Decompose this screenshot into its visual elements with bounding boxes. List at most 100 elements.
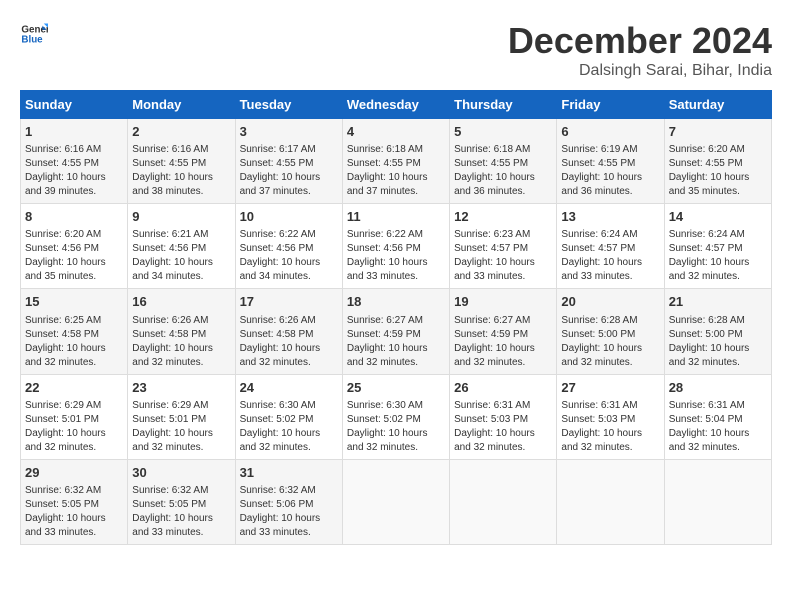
day-info: Sunrise: 6:32 AM Sunset: 5:05 PM Dayligh… <box>25 484 123 540</box>
day-number: 17 <box>240 293 338 311</box>
day-info: Sunrise: 6:23 AM Sunset: 4:57 PM Dayligh… <box>454 228 552 284</box>
day-info: Sunrise: 6:20 AM Sunset: 4:56 PM Dayligh… <box>25 228 123 284</box>
day-info: Sunrise: 6:32 AM Sunset: 5:05 PM Dayligh… <box>132 484 230 540</box>
day-info: Sunrise: 6:20 AM Sunset: 4:55 PM Dayligh… <box>669 143 767 199</box>
col-sunday: Sunday <box>21 91 128 119</box>
day-info: Sunrise: 6:16 AM Sunset: 4:55 PM Dayligh… <box>25 143 123 199</box>
page-subtitle: Dalsingh Sarai, Bihar, India <box>508 62 772 80</box>
col-monday: Monday <box>128 91 235 119</box>
day-info: Sunrise: 6:22 AM Sunset: 4:56 PM Dayligh… <box>240 228 338 284</box>
day-number: 27 <box>561 379 659 397</box>
page-header: General Blue December 2024 Dalsingh Sara… <box>20 20 772 80</box>
day-number: 18 <box>347 293 445 311</box>
calendar-cell: 25 Sunrise: 6:30 AM Sunset: 5:02 PM Dayli… <box>342 374 449 459</box>
day-number: 10 <box>240 208 338 226</box>
day-number: 23 <box>132 379 230 397</box>
day-info: Sunrise: 6:30 AM Sunset: 5:02 PM Dayligh… <box>240 399 338 455</box>
day-number: 3 <box>240 123 338 141</box>
day-number: 22 <box>25 379 123 397</box>
calendar-cell: 5 Sunrise: 6:18 AM Sunset: 4:55 PM Daylig… <box>450 119 557 204</box>
day-number: 5 <box>454 123 552 141</box>
day-info: Sunrise: 6:16 AM Sunset: 4:55 PM Dayligh… <box>132 143 230 199</box>
day-number: 6 <box>561 123 659 141</box>
day-number: 9 <box>132 208 230 226</box>
day-number: 16 <box>132 293 230 311</box>
svg-text:Blue: Blue <box>21 34 43 45</box>
day-info: Sunrise: 6:26 AM Sunset: 4:58 PM Dayligh… <box>240 314 338 370</box>
day-number: 26 <box>454 379 552 397</box>
calendar-cell: 10 Sunrise: 6:22 AM Sunset: 4:56 PM Dayli… <box>235 204 342 289</box>
calendar-cell: 19Sunrise: 6:27 AM Sunset: 4:59 PM Dayli… <box>450 289 557 374</box>
calendar-week-row: 1 Sunrise: 6:16 AM Sunset: 4:55 PM Daylig… <box>21 119 772 204</box>
logo: General Blue <box>20 20 48 48</box>
day-info: Sunrise: 6:28 AM Sunset: 5:00 PM Dayligh… <box>561 314 659 370</box>
day-info: Sunrise: 6:24 AM Sunset: 4:57 PM Dayligh… <box>561 228 659 284</box>
calendar-week-row: 29 Sunrise: 6:32 AM Sunset: 5:05 PM Dayli… <box>21 459 772 544</box>
calendar-cell: 13 Sunrise: 6:24 AM Sunset: 4:57 PM Dayli… <box>557 204 664 289</box>
calendar-cell: 23 Sunrise: 6:29 AM Sunset: 5:01 PM Dayli… <box>128 374 235 459</box>
calendar-cell: 21 Sunrise: 6:28 AM Sunset: 5:00 PM Dayli… <box>664 289 771 374</box>
day-number: 24 <box>240 379 338 397</box>
day-number: 21 <box>669 293 767 311</box>
day-number: 4 <box>347 123 445 141</box>
day-number: 30 <box>132 464 230 482</box>
day-info: Sunrise: 6:28 AM Sunset: 5:00 PM Dayligh… <box>669 314 767 370</box>
calendar-cell: 17 Sunrise: 6:26 AM Sunset: 4:58 PM Dayli… <box>235 289 342 374</box>
day-info: Sunrise: 6:29 AM Sunset: 5:01 PM Dayligh… <box>132 399 230 455</box>
calendar-cell: 11 Sunrise: 6:22 AM Sunset: 4:56 PM Dayli… <box>342 204 449 289</box>
calendar-cell: 24 Sunrise: 6:30 AM Sunset: 5:02 PM Dayli… <box>235 374 342 459</box>
day-info: Sunrise: 6:19 AM Sunset: 4:55 PM Dayligh… <box>561 143 659 199</box>
col-friday: Friday <box>557 91 664 119</box>
day-number: 20 <box>561 293 659 311</box>
logo-icon: General Blue <box>20 20 48 48</box>
day-info: Sunrise: 6:25 AM Sunset: 4:58 PM Dayligh… <box>25 314 123 370</box>
calendar-cell: 6 Sunrise: 6:19 AM Sunset: 4:55 PM Daylig… <box>557 119 664 204</box>
calendar-cell: 4Sunrise: 6:18 AM Sunset: 4:55 PM Daylig… <box>342 119 449 204</box>
calendar-cell <box>557 459 664 544</box>
day-info: Sunrise: 6:31 AM Sunset: 5:04 PM Dayligh… <box>669 399 767 455</box>
day-info: Sunrise: 6:27 AM Sunset: 4:59 PM Dayligh… <box>347 314 445 370</box>
title-area: December 2024 Dalsingh Sarai, Bihar, Ind… <box>508 20 772 80</box>
day-number: 14 <box>669 208 767 226</box>
col-saturday: Saturday <box>664 91 771 119</box>
calendar-cell: 14Sunrise: 6:24 AM Sunset: 4:57 PM Dayli… <box>664 204 771 289</box>
day-info: Sunrise: 6:32 AM Sunset: 5:06 PM Dayligh… <box>240 484 338 540</box>
calendar-cell: 8 Sunrise: 6:20 AM Sunset: 4:56 PM Daylig… <box>21 204 128 289</box>
calendar-header-row: Sunday Monday Tuesday Wednesday Thursday… <box>21 91 772 119</box>
calendar-cell: 3 Sunrise: 6:17 AM Sunset: 4:55 PM Daylig… <box>235 119 342 204</box>
day-number: 11 <box>347 208 445 226</box>
col-tuesday: Tuesday <box>235 91 342 119</box>
calendar-cell: 28 Sunrise: 6:31 AM Sunset: 5:04 PM Dayli… <box>664 374 771 459</box>
calendar-cell: 29 Sunrise: 6:32 AM Sunset: 5:05 PM Dayli… <box>21 459 128 544</box>
day-info: Sunrise: 6:17 AM Sunset: 4:55 PM Dayligh… <box>240 143 338 199</box>
calendar-cell: 22 Sunrise: 6:29 AM Sunset: 5:01 PM Dayli… <box>21 374 128 459</box>
calendar-cell: 18 Sunrise: 6:27 AM Sunset: 4:59 PM Dayli… <box>342 289 449 374</box>
calendar-week-row: 15Sunrise: 6:25 AM Sunset: 4:58 PM Dayli… <box>21 289 772 374</box>
calendar-cell: 15Sunrise: 6:25 AM Sunset: 4:58 PM Dayli… <box>21 289 128 374</box>
day-number: 1 <box>25 123 123 141</box>
day-info: Sunrise: 6:26 AM Sunset: 4:58 PM Dayligh… <box>132 314 230 370</box>
day-number: 29 <box>25 464 123 482</box>
day-number: 13 <box>561 208 659 226</box>
day-number: 28 <box>669 379 767 397</box>
day-info: Sunrise: 6:29 AM Sunset: 5:01 PM Dayligh… <box>25 399 123 455</box>
col-thursday: Thursday <box>450 91 557 119</box>
day-info: Sunrise: 6:31 AM Sunset: 5:03 PM Dayligh… <box>454 399 552 455</box>
day-number: 25 <box>347 379 445 397</box>
calendar-cell: 1 Sunrise: 6:16 AM Sunset: 4:55 PM Daylig… <box>21 119 128 204</box>
day-number: 8 <box>25 208 123 226</box>
day-info: Sunrise: 6:30 AM Sunset: 5:02 PM Dayligh… <box>347 399 445 455</box>
calendar-cell: 7Sunrise: 6:20 AM Sunset: 4:55 PM Daylig… <box>664 119 771 204</box>
calendar-cell <box>450 459 557 544</box>
calendar-cell: 2Sunrise: 6:16 AM Sunset: 4:55 PM Daylig… <box>128 119 235 204</box>
day-number: 12 <box>454 208 552 226</box>
day-number: 19 <box>454 293 552 311</box>
calendar-cell <box>342 459 449 544</box>
day-info: Sunrise: 6:22 AM Sunset: 4:56 PM Dayligh… <box>347 228 445 284</box>
calendar-cell: 9Sunrise: 6:21 AM Sunset: 4:56 PM Daylig… <box>128 204 235 289</box>
day-info: Sunrise: 6:18 AM Sunset: 4:55 PM Dayligh… <box>454 143 552 199</box>
page-title: December 2024 <box>508 20 772 62</box>
calendar-cell: 16 Sunrise: 6:26 AM Sunset: 4:58 PM Dayli… <box>128 289 235 374</box>
calendar-cell: 31Sunrise: 6:32 AM Sunset: 5:06 PM Dayli… <box>235 459 342 544</box>
day-info: Sunrise: 6:31 AM Sunset: 5:03 PM Dayligh… <box>561 399 659 455</box>
